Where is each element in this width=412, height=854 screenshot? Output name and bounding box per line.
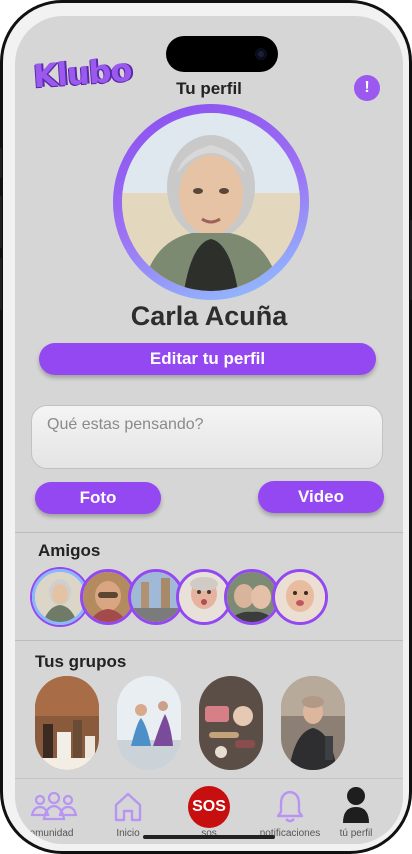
group-card-cosmetics[interactable] [35, 676, 99, 770]
page-title: Tu perfil [176, 79, 242, 98]
divider [15, 532, 403, 533]
tab-comunidad[interactable]: comunidad [15, 779, 93, 844]
post-placeholder: Qué estas pensando? [47, 416, 204, 433]
profile-avatar[interactable] [113, 104, 309, 300]
photo-button[interactable]: Foto [35, 482, 161, 514]
community-icon [30, 791, 78, 821]
tab-comunidad-label: comunidad [24, 828, 74, 839]
group-card-music[interactable] [281, 676, 345, 770]
camera-icon [255, 48, 267, 60]
sos-icon: SOS [188, 786, 230, 828]
friends-list [32, 569, 352, 629]
profile-name: Carla Acuña [130, 301, 288, 331]
divider [15, 640, 403, 641]
home-icon [114, 792, 142, 822]
video-button[interactable]: Video [258, 481, 384, 513]
portrait-image [122, 113, 300, 291]
post-input[interactable]: Qué estas pensando? [31, 405, 383, 469]
volume-down-button [0, 258, 2, 310]
home-indicator [143, 835, 275, 839]
group-card-makeup[interactable] [199, 676, 263, 770]
tab-tu-perfil[interactable]: tú perfil [317, 779, 395, 844]
friend-avatar[interactable] [272, 569, 328, 625]
phone-frame: Klubo Tu perfil ! Carla Acuña Editar tu … [0, 0, 412, 854]
groups-title: Tus grupos [35, 652, 127, 671]
tab-tu-perfil-label: tú perfil [339, 828, 373, 839]
user-icon [343, 787, 369, 823]
group-card-yoga[interactable] [117, 676, 181, 770]
friends-title: Amigos [38, 541, 101, 560]
bell-icon [276, 790, 304, 823]
alert-icon[interactable]: ! [354, 75, 380, 101]
profile-photo [122, 113, 300, 291]
screen: Klubo Tu perfil ! Carla Acuña Editar tu … [15, 16, 403, 844]
side-button [0, 148, 2, 178]
dynamic-island [166, 36, 278, 72]
phone-bezel: Klubo Tu perfil ! Carla Acuña Editar tu … [3, 3, 409, 851]
edit-profile-button[interactable]: Editar tu perfil [39, 343, 376, 375]
volume-up-button [0, 196, 2, 248]
